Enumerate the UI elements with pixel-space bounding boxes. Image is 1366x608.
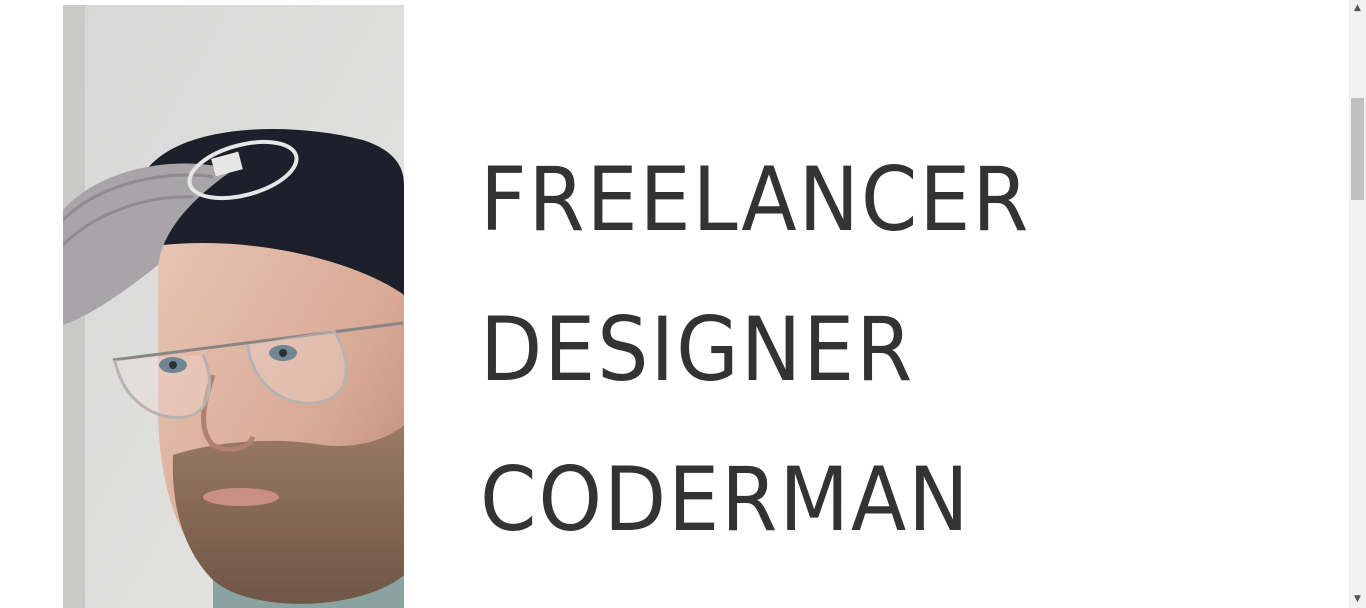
portrait-image xyxy=(63,5,404,608)
scroll-down-icon[interactable]: ▼ xyxy=(1349,591,1366,608)
headline-designer: DESIGNER xyxy=(480,298,915,401)
browser-viewport: FREELANCER DESIGNER CODERMAN ▲ ▼ xyxy=(0,0,1366,608)
headline-freelancer: FREELANCER xyxy=(480,148,1031,251)
portrait-photo xyxy=(63,5,404,608)
hero-headline: FREELANCER DESIGNER CODERMAN xyxy=(480,0,1300,608)
scroll-up-icon[interactable]: ▲ xyxy=(1349,0,1366,17)
page-content: FREELANCER DESIGNER CODERMAN xyxy=(0,0,1349,608)
vertical-scrollbar[interactable]: ▲ ▼ xyxy=(1349,0,1366,608)
scroll-thumb[interactable] xyxy=(1351,98,1364,200)
headline-coderman: CODERMAN xyxy=(480,448,971,551)
